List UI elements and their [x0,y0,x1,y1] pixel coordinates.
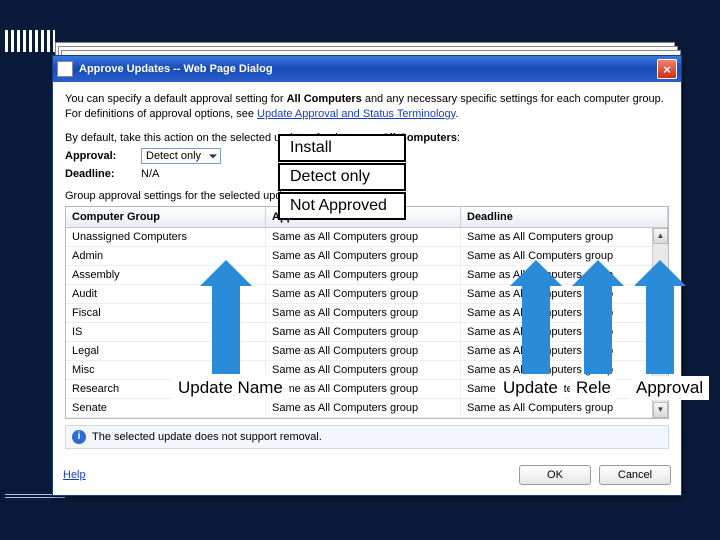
deadline-label: Deadline: [65,168,135,180]
approval-value: Detect only [146,150,201,162]
info-text: The selected update does not support rem… [92,431,322,443]
close-button[interactable]: × [657,59,677,79]
window-title: Approve Updates -- Web Page Dialog [79,63,657,75]
annot-release: Rele [570,376,617,400]
annot-update: Update [497,376,564,400]
info-icon: i [72,430,86,444]
cell-approval: Same as All Computers group [266,361,461,379]
cell-approval: Same as All Computers group [266,247,461,265]
arrow-icon [200,260,252,374]
ok-button[interactable]: OK [519,465,591,485]
col-deadline[interactable]: Deadline [461,207,668,227]
decor-stripes [5,30,55,52]
annot-update-name: Update Name [172,376,289,400]
button-bar: Help OK Cancel [53,457,681,495]
approval-dropdown[interactable]: Detect only [141,148,221,164]
intro-bold: All Computers [287,93,362,105]
info-bar: i The selected update does not support r… [65,425,669,449]
table-row[interactable]: Unassigned ComputersSame as All Computer… [66,228,668,247]
default-post: : [457,132,460,144]
cell-approval: Same as All Computers group [266,285,461,303]
cell-approval: Same as All Computers group [266,228,461,246]
overlay-option-not-approved: Not Approved [278,192,406,220]
help-link[interactable]: Help [63,469,86,481]
overlay-option-detect-only: Detect only [278,163,406,191]
table-row[interactable]: SenateSame as All Computers groupSame as… [66,399,668,418]
col-computer-group[interactable]: Computer Group [66,207,266,227]
cell-group: Unassigned Computers [66,228,266,246]
cell-group: Senate [66,399,266,417]
overlay-option-install: Install [278,134,406,162]
cell-approval: Same as All Computers group [266,266,461,284]
cancel-button[interactable]: Cancel [599,465,671,485]
intro-pre: You can specify a default approval setti… [65,93,287,105]
intro-text: You can specify a default approval setti… [65,92,669,122]
approval-label: Approval: [65,150,135,162]
scroll-down-icon[interactable]: ▼ [653,402,668,418]
cell-approval: Same as All Computers group [266,399,461,417]
cell-approval: Same as All Computers group [266,304,461,322]
cell-approval: Same as All Computers group [266,323,461,341]
close-icon: × [663,62,671,77]
deadline-value: N/A [141,168,159,180]
arrow-icon [572,260,624,374]
annot-approval: Approval [630,376,709,400]
cell-deadline: Same as All Computers group [461,228,668,246]
scroll-up-icon[interactable]: ▲ [653,228,668,244]
titlebar[interactable]: Approve Updates -- Web Page Dialog × [53,56,681,82]
app-icon [57,61,73,77]
intro-post: . [455,108,458,120]
terminology-link[interactable]: Update Approval and Status Terminology [257,108,455,120]
cell-approval: Same as All Computers group [266,380,461,398]
arrow-icon [510,260,562,374]
cell-approval: Same as All Computers group [266,342,461,360]
cell-deadline: Same as All Computers group [461,399,668,417]
arrow-icon [634,260,686,374]
